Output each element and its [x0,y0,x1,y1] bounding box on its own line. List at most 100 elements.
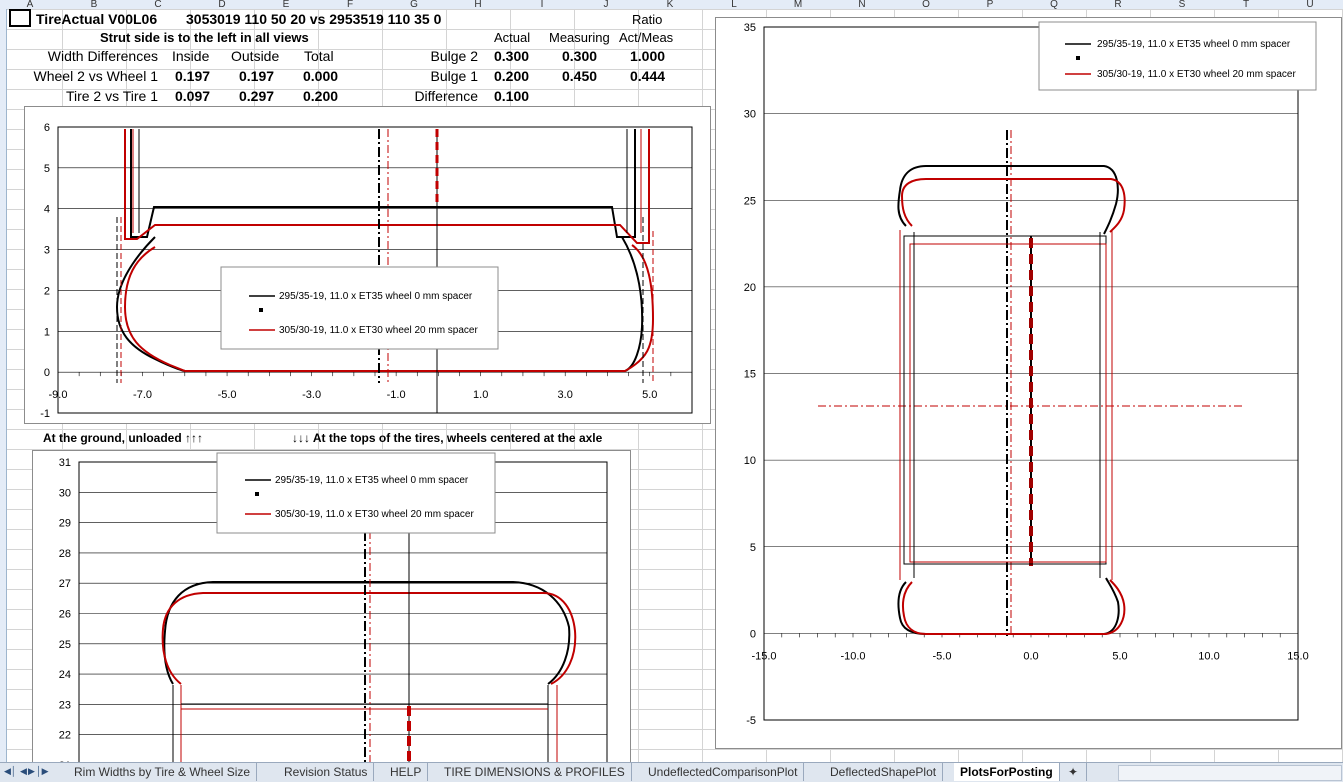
wheel-total: 0.000 [303,68,339,84]
column-header-e[interactable]: E [254,0,318,9]
legend-item-red: 305/30-19, 11.0 x ET30 wheel 20 mm space… [1097,69,1296,80]
x-tick-label: 5.0 [1112,650,1127,662]
x-tick-label: -9.0 [49,389,68,401]
sheet-tab-deflectedshapeplot[interactable]: DeflectedShapePlot [824,763,944,781]
column-header-f[interactable]: F [318,0,382,9]
sheet-tab-plotsforposting[interactable]: PlotsForPosting [954,763,1060,781]
x-tick-label: -5.0 [933,650,952,662]
tire-total: 0.200 [303,88,339,104]
y-tick-label: 0 [750,628,756,640]
col-actmeas: Act/Meas [619,30,674,45]
y-tick-label: 3 [44,245,50,257]
chart-tops-zoomed[interactable]: 2122232425262728293031 295/35-19, 11.0 x… [32,450,631,769]
column-header-t[interactable]: T [1214,0,1278,9]
chart-tops-zoomed-svg: 2122232425262728293031 295/35-19, 11.0 x… [59,452,608,769]
column-header-l[interactable]: L [702,0,766,9]
column-header-o[interactable]: O [894,0,958,9]
column-header-b[interactable]: B [62,0,126,9]
column-header-k[interactable]: K [638,0,702,9]
column-header-p[interactable]: P [958,0,1022,9]
column-header-s[interactable]: S [1150,0,1214,9]
sheet-tab-help[interactable]: HELP [384,763,429,781]
col-outside: Outside [231,48,280,64]
column-header-n[interactable]: N [830,0,894,9]
chart-ground-svg: -1 0 1 2 3 4 5 6 -9.0 -7.0 -5.0 -3.0 -1.0 1.0 3.0 5.0 [40,122,693,420]
y-tick-label: 5 [44,163,50,175]
tire-inside: 0.097 [175,88,211,104]
y-tick-label: 4 [44,204,50,216]
x-tick-label: 5.0 [642,389,657,401]
first-sheet-icon[interactable]: ◀│ [4,766,17,777]
chart-tops[interactable]: -5 0 5 10 15 20 25 30 35 -15.0 -10.0 -5.0 0.0 5.0 10.0… [715,17,1342,749]
y-tick-label: 1 [44,326,50,338]
y-tick-label: 29 [59,518,71,530]
bulge1-label: Bulge 1 [430,68,478,84]
column-header-h[interactable]: H [446,0,510,9]
y-tick-label: -1 [40,408,50,420]
bulge2-ratio: 1.000 [630,48,666,64]
new-sheet-icon[interactable]: ✦ [1066,763,1087,781]
x-tick-label: 10.0 [1198,650,1219,662]
difference-value: 0.100 [494,88,530,104]
column-header-g[interactable]: G [382,0,446,9]
wheel-outside: 0.197 [239,68,275,84]
y-tick-label: 23 [59,699,71,711]
prev-sheet-icon[interactable]: ◀ [20,766,27,777]
y-tick-label: 30 [744,109,756,121]
column-header-u[interactable]: U [1278,0,1342,9]
column-header-q[interactable]: Q [1022,0,1086,9]
legend-item-black: 295/35-19, 11.0 x ET35 wheel 0 mm spacer [1097,39,1291,50]
column-header-i[interactable]: I [510,0,574,9]
column-header-c[interactable]: C [126,0,190,9]
wheel-inside: 0.197 [175,68,211,84]
column-header-m[interactable]: M [766,0,830,9]
sheet-tab-undeflectedcomparisonplot[interactable]: UndeflectedComparisonPlot [642,763,805,781]
legend-item-black: 295/35-19, 11.0 x ET35 wheel 0 mm spacer [275,475,469,486]
caption-ground: At the ground, unloaded ↑↑↑ [43,431,203,445]
x-tick-label: 3.0 [558,389,573,401]
sheet-tab-tire-dimensions-profiles[interactable]: TIRE DIMENSIONS & PROFILES [438,763,632,781]
y-tick-label: 5 [750,542,756,554]
x-tick-label: -1.0 [387,389,406,401]
column-header-d[interactable]: D [190,0,254,9]
x-tick-label: 1.0 [473,389,488,401]
y-tick-label: 26 [59,609,71,621]
x-tick-label: -7.0 [133,389,152,401]
col-measuring: Measuring [549,30,610,45]
selected-cell[interactable] [9,9,31,27]
y-tick-label: 0 [44,367,50,379]
last-sheet-icon[interactable]: │▶ [36,766,49,777]
next-sheet-icon[interactable]: ▶ [28,766,35,777]
x-tick-label: -3.0 [302,389,321,401]
sheet-tab-rim-widths-by-tire-wheel-size[interactable]: Rim Widths by Tire & Wheel Size [68,763,258,781]
legend-item-red: 305/30-19, 11.0 x ET30 wheel 20 mm space… [275,509,474,520]
sheet-tab-bar: ◀│ ◀ ▶ │▶ Rim Widths by Tire & Wheel Siz… [0,762,1343,782]
legend-tops-zoomed: 295/35-19, 11.0 x ET35 wheel 0 mm spacer… [216,452,496,534]
column-header-j[interactable]: J [574,0,638,9]
row-headers [0,9,7,762]
y-tick-label: 30 [59,487,71,499]
column-header-a[interactable]: A [0,0,62,9]
bulge2-label: Bulge 2 [430,48,478,64]
legend-item-black: 295/35-19, 11.0 x ET35 wheel 0 mm spacer [279,291,473,302]
comparison-text: 3053019 110 50 20 vs 2953519 110 35 0 [186,11,442,27]
wheel-row-label: Wheel 2 vs Wheel 1 [33,68,159,84]
chart-tops-svg: -5 0 5 10 15 20 25 30 35 -15.0 -10.0 -5.0 0.0 5.0 10.0… [744,21,1317,727]
bulge1-actual: 0.200 [494,68,530,84]
y-tick-label: 24 [59,669,71,681]
x-tick-label: -15.0 [751,650,776,662]
x-tick-label: -5.0 [218,389,237,401]
y-tick-label: 35 [744,22,756,34]
column-header-r[interactable]: R [1086,0,1150,9]
caption-tops: ↓↓↓ At the tops of the tires, wheels cen… [292,431,603,445]
bulge1-measuring: 0.450 [562,68,598,84]
ratio-header: Ratio [632,12,663,27]
y-tick-label: -5 [746,715,756,727]
bulge1-ratio: 0.444 [630,68,666,84]
width-diff-label: Width Differences [47,48,158,64]
chart-ground[interactable]: -1 0 1 2 3 4 5 6 -9.0 -7.0 -5.0 -3.0 -1.0 1.0 3.0 5.0 [24,106,711,424]
horizontal-scrollbar[interactable] [1118,765,1342,781]
tire-row-label: Tire 2 vs Tire 1 [65,88,158,104]
sheet-tab-revision-status[interactable]: Revision Status [278,763,375,781]
x-tick-label: 15.0 [1287,650,1308,662]
